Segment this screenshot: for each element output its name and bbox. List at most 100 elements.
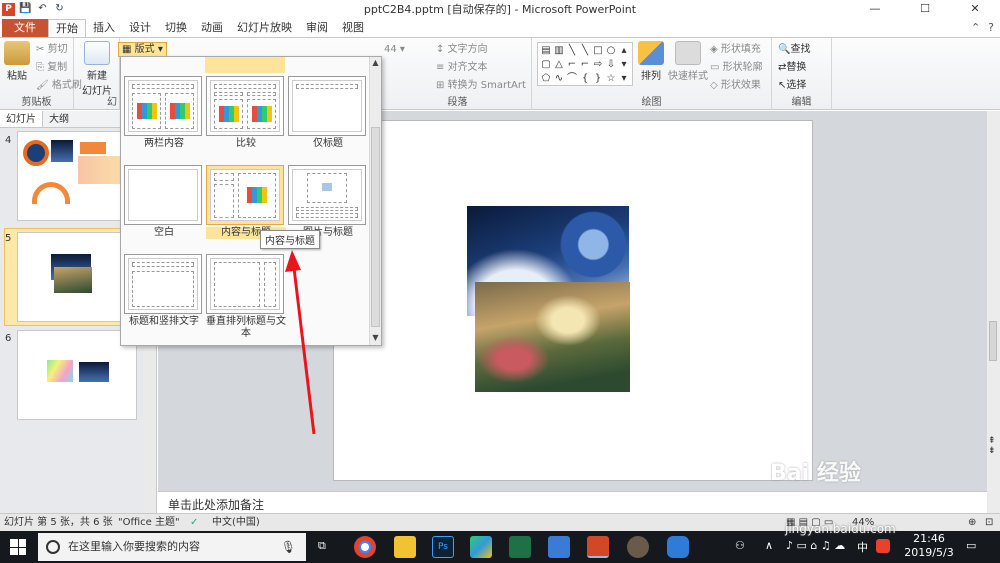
layout-button[interactable]: ▦ 版式 ▾ xyxy=(118,42,167,57)
line2-shape-icon[interactable]: ╲ xyxy=(579,44,591,57)
layout-title-only[interactable]: 仅标题 xyxy=(288,76,368,150)
elbow-shape-icon[interactable]: ⌐ xyxy=(566,58,578,71)
people-icon[interactable]: ⚇ xyxy=(735,539,745,552)
align-text-button[interactable]: ≡ 对齐文本 xyxy=(436,60,488,76)
paste-button[interactable]: 粘贴 xyxy=(4,41,30,82)
chrome-icon[interactable] xyxy=(354,536,376,558)
layout-picture-with-caption[interactable]: 图片与标题 xyxy=(288,165,368,239)
cottage-image[interactable] xyxy=(475,282,630,392)
task-view-icon[interactable]: ⧉ xyxy=(318,539,326,553)
tab-insert[interactable]: 插入 xyxy=(86,19,122,37)
elbow2-shape-icon[interactable]: ⌐ xyxy=(579,58,591,71)
prev-next-slide-icon[interactable]: ⇞ ⇟ xyxy=(988,436,996,456)
current-slide[interactable] xyxy=(333,120,813,481)
spellcheck-icon[interactable]: ✓ xyxy=(190,514,198,531)
slide-thumbnail-6[interactable] xyxy=(17,330,137,420)
tab-view[interactable]: 视图 xyxy=(335,19,371,37)
more-shapes-icon[interactable]: ▾ xyxy=(618,72,630,85)
layout-two-content[interactable]: 两栏内容 xyxy=(124,76,204,150)
rounded-rect-shape-icon[interactable]: ▢ xyxy=(540,58,552,71)
powerpoint-taskbar-icon[interactable] xyxy=(587,536,609,558)
shapes-gallery[interactable]: ▤ ▥ ╲ ╲ □ ○ ▴ ▢ △ ⌐ ⌐ ⇨ ⇩ ▾ ⬠ ∿ ⌒ { } ☆ … xyxy=(537,42,633,86)
layout-title-vertical-text[interactable]: 标题和竖排文字 xyxy=(124,254,204,328)
excel-icon[interactable] xyxy=(509,536,531,558)
fit-slide-icon[interactable]: ⊡ xyxy=(985,514,993,531)
zoom-in-icon[interactable]: ⊕ xyxy=(968,514,976,531)
undo-icon[interactable]: ↶ xyxy=(36,3,49,15)
help-icon[interactable]: ? xyxy=(988,19,994,37)
ime-indicator[interactable]: 中 xyxy=(857,539,868,555)
tab-review[interactable]: 审阅 xyxy=(299,19,335,37)
layout-vertical-title-text[interactable]: 垂直排列标题与文本 xyxy=(206,254,286,340)
tab-slideshow[interactable]: 幻灯片放映 xyxy=(230,19,299,37)
tray-expand-icon[interactable]: ∧ xyxy=(765,539,773,552)
save-icon[interactable]: 💾 xyxy=(19,3,32,15)
shape-outline-button[interactable]: ▭ 形状轮廓 xyxy=(710,60,763,76)
notifications-icon[interactable]: ▭ xyxy=(966,539,976,552)
select-button[interactable]: ↖选择 xyxy=(778,78,806,94)
scroll-thumb[interactable] xyxy=(989,321,997,361)
tab-design[interactable]: 设计 xyxy=(122,19,158,37)
shape-fill-button[interactable]: ◈ 形状填充 xyxy=(710,42,761,58)
taskbar-clock[interactable]: 21:46 2019/5/3 xyxy=(904,532,954,560)
collapse-ribbon-icon[interactable]: ⌃ xyxy=(971,19,980,37)
layout-content-with-caption[interactable]: 内容与标题 xyxy=(206,165,286,239)
pentagon-shape-icon[interactable]: ⬠ xyxy=(540,72,552,85)
slide-thumbnail-4[interactable] xyxy=(17,131,137,221)
taskbar-search-box[interactable]: 在这里输入你要搜索的内容 🎙 xyxy=(38,533,306,561)
textbox-vertical-shape-icon[interactable]: ▥ xyxy=(553,44,565,57)
layout-blank[interactable]: 空白 xyxy=(124,165,204,239)
scroll-down-icon[interactable]: ▾ xyxy=(618,58,630,71)
star-shape-icon[interactable]: ☆ xyxy=(605,72,617,85)
app-icon[interactable] xyxy=(667,536,689,558)
close-button[interactable]: ✕ xyxy=(950,0,1000,18)
scroll-up-icon[interactable]: ▴ xyxy=(618,44,630,57)
tab-outline[interactable]: 大纲 xyxy=(43,111,75,127)
redo-icon[interactable]: ↻ xyxy=(53,3,66,15)
new-slide-button[interactable]: 新建 幻灯片 xyxy=(82,41,112,97)
layout-gallery-scrollbar[interactable]: ▲ ▼ xyxy=(369,57,381,345)
tab-transitions[interactable]: 切换 xyxy=(158,19,194,37)
photoshop-icon[interactable]: Ps xyxy=(432,536,454,558)
main-scrollbar[interactable]: ⇞ ⇟ xyxy=(987,111,1000,513)
scroll-thumb[interactable] xyxy=(371,127,380,327)
language[interactable]: 中文(中国) xyxy=(212,514,260,531)
arrange-button[interactable]: 排列 xyxy=(638,41,664,82)
arrow-down-shape-icon[interactable]: ⇩ xyxy=(605,58,617,71)
replace-button[interactable]: ⇄替换 xyxy=(778,60,806,76)
rectangle-shape-icon[interactable]: □ xyxy=(592,44,604,57)
quick-styles-button[interactable]: 快速样式 xyxy=(668,41,708,82)
tab-slides[interactable]: 幻灯片 xyxy=(0,111,43,127)
textbox-shape-icon[interactable]: ▤ xyxy=(540,44,552,57)
avatar-app-icon[interactable] xyxy=(627,536,649,558)
tray-icons[interactable]: ♪ ▭ ⌂ ♫ ☁ xyxy=(786,539,845,552)
line-shape-icon[interactable]: ╲ xyxy=(566,44,578,57)
cut-button[interactable]: ✂ 剪切 xyxy=(36,42,68,58)
tab-file[interactable]: 文件 xyxy=(2,19,48,37)
copy-button[interactable]: ⎘ 复制 xyxy=(36,60,67,76)
slide-thumbnail-5[interactable] xyxy=(17,232,137,322)
maximize-button[interactable]: ☐ xyxy=(900,0,950,18)
tab-animations[interactable]: 动画 xyxy=(194,19,230,37)
brace-right-shape-icon[interactable]: } xyxy=(592,72,604,85)
tab-home[interactable]: 开始 xyxy=(48,19,86,37)
play-store-icon[interactable] xyxy=(470,536,492,558)
oval-shape-icon[interactable]: ○ xyxy=(605,44,617,57)
shape-effects-button[interactable]: ◇ 形状效果 xyxy=(710,78,761,94)
microphone-icon[interactable]: 🎙 xyxy=(281,533,296,561)
curve-shape-icon[interactable]: ∿ xyxy=(553,72,565,85)
scroll-down-icon[interactable]: ▼ xyxy=(370,333,381,342)
arrow-right-shape-icon[interactable]: ⇨ xyxy=(592,58,604,71)
notes-pane[interactable]: 单击此处添加备注 xyxy=(158,491,987,513)
brace-left-shape-icon[interactable]: { xyxy=(579,72,591,85)
scroll-up-icon[interactable]: ▲ xyxy=(370,58,381,67)
app-icon[interactable] xyxy=(548,536,570,558)
triangle-shape-icon[interactable]: △ xyxy=(553,58,565,71)
windows-start-icon[interactable] xyxy=(10,539,26,555)
layout-comparison[interactable]: 比较 xyxy=(206,76,286,150)
text-direction-button[interactable]: ↕ 文字方向 xyxy=(436,42,488,58)
minimize-button[interactable]: — xyxy=(850,0,900,18)
sogou-ime-icon[interactable] xyxy=(876,539,890,553)
file-explorer-icon[interactable] xyxy=(394,536,416,558)
curve2-shape-icon[interactable]: ⌒ xyxy=(566,72,578,85)
